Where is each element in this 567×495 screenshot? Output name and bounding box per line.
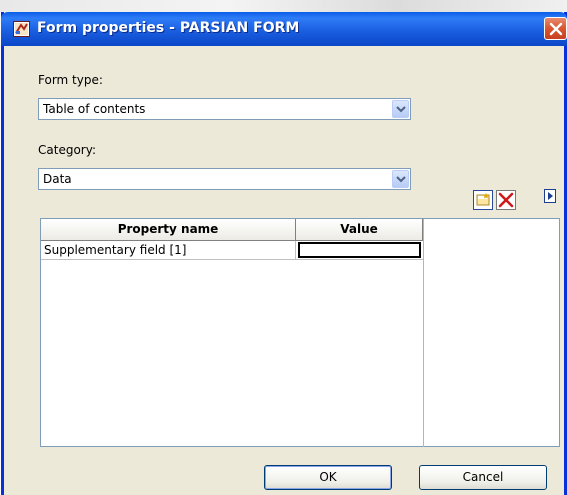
- close-button[interactable]: [544, 17, 567, 40]
- desktop-background: [0, 0, 567, 12]
- form-app-icon: [13, 21, 30, 37]
- property-value-input[interactable]: [298, 242, 421, 258]
- chevron-down-icon: [396, 106, 406, 113]
- form-type-value: Table of contents: [43, 102, 146, 116]
- property-grid[interactable]: Property name Value Supplementary field …: [40, 218, 560, 447]
- form-type-label: Form type:: [38, 73, 103, 87]
- window-title: Form properties - PARSIAN FORM: [37, 20, 300, 36]
- category-dropdown-button[interactable]: [392, 170, 409, 188]
- column-header-value[interactable]: Value: [296, 219, 423, 241]
- expand-panel-button[interactable]: [544, 189, 556, 203]
- chevron-down-icon: [396, 176, 406, 183]
- cancel-button[interactable]: Cancel: [419, 465, 547, 490]
- category-label: Category:: [38, 143, 96, 157]
- delete-icon: [498, 192, 514, 208]
- property-name-cell[interactable]: Supplementary field [1]: [41, 241, 296, 259]
- title-bar[interactable]: Form properties - PARSIAN FORM: [1, 12, 567, 46]
- column-header-property-name[interactable]: Property name: [41, 219, 296, 241]
- delete-row-button[interactable]: [496, 190, 516, 210]
- property-table: Property name Value Supplementary field …: [41, 219, 424, 447]
- expand-arrow-icon: [544, 189, 556, 203]
- category-value: Data: [43, 172, 72, 186]
- close-icon: [549, 22, 563, 36]
- form-type-dropdown-button[interactable]: [392, 100, 409, 118]
- ok-button[interactable]: OK: [264, 465, 392, 490]
- form-properties-dialog: Form properties - PARSIAN FORM Form type…: [1, 12, 567, 495]
- form-type-select[interactable]: Table of contents: [38, 98, 411, 120]
- add-row-button[interactable]: [473, 190, 493, 210]
- table-row[interactable]: Supplementary field [1]: [41, 241, 423, 260]
- new-row-icon: [476, 193, 490, 206]
- category-select[interactable]: Data: [38, 168, 411, 190]
